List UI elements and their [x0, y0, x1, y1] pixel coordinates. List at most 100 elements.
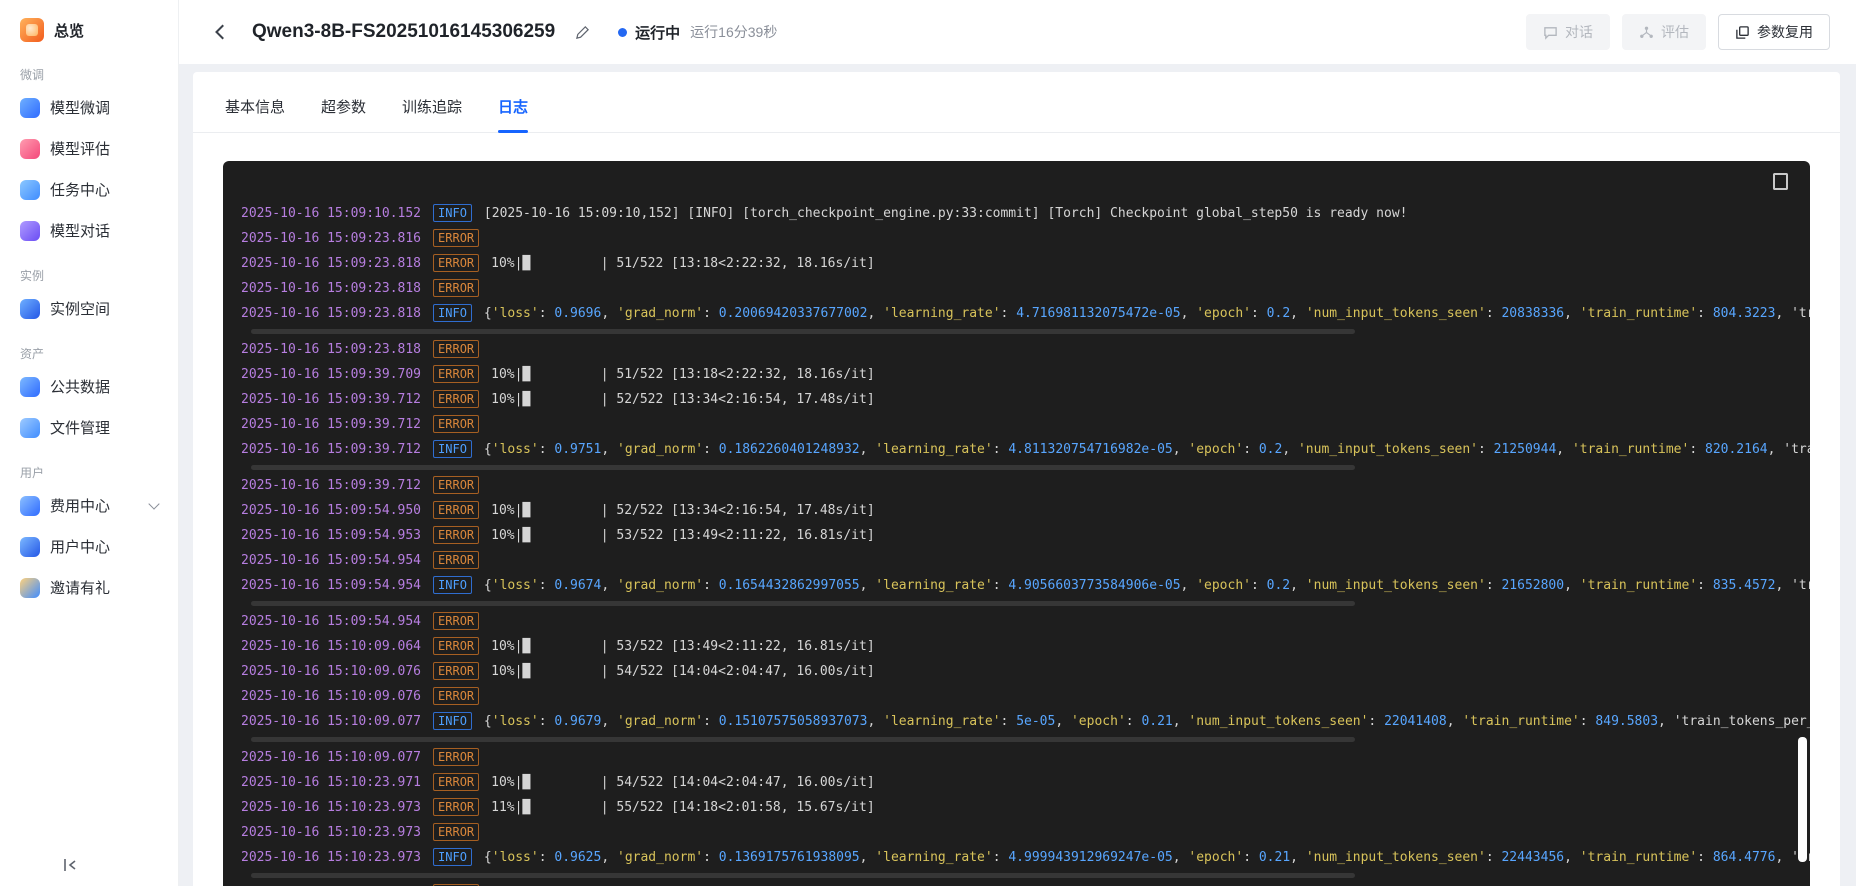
log-level-badge: ERROR: [433, 501, 480, 519]
log-message: 10%|█ | 51/522 [13:18<2:22:32, 18.16s/it…: [491, 256, 875, 271]
model-finetune-icon: [20, 97, 40, 118]
log-level-badge: ERROR: [433, 279, 480, 297]
log-horizontal-scrollbar: [251, 329, 1355, 334]
sidebar-item-instance-space[interactable]: 实例空间: [0, 288, 178, 329]
model-chat-icon: [20, 220, 40, 241]
log-line: 2025-10-16 15:10:09.076 ERROR: [233, 684, 1810, 709]
log-timestamp: 2025-10-16 15:09:23.818: [241, 342, 422, 357]
log-line: 2025-10-16 15:09:23.818 ERROR: [233, 276, 1810, 301]
log-level-badge: INFO: [433, 848, 472, 866]
public-data-icon: [20, 376, 40, 397]
log-level-badge: ERROR: [433, 612, 480, 630]
tab-hyperparams[interactable]: 超参数: [321, 96, 366, 132]
log-line: 2025-10-16 15:10:23.973 ERROR 11%|█ | 55/5…: [233, 795, 1810, 820]
log-message: {'loss': 0.9674, 'grad_norm': 0.16544328…: [483, 578, 1810, 593]
log-timestamp: 2025-10-16 15:10:09.076: [241, 689, 422, 704]
log-level-badge: ERROR: [433, 687, 480, 705]
param-reuse-button[interactable]: 参数复用: [1718, 14, 1830, 50]
tab-basic-info[interactable]: 基本信息: [225, 96, 285, 132]
sidebar-item-model-finetune[interactable]: 模型微调: [0, 87, 178, 128]
sidebar-item-label: 总览: [54, 22, 85, 40]
sidebar-item-file-manage[interactable]: 文件管理: [0, 407, 178, 448]
sidebar-item-label: 任务中心: [50, 182, 111, 199]
log-timestamp: 2025-10-16 15:10:23.973: [241, 825, 422, 840]
log-message: {'loss': 0.9625, 'grad_norm': 0.13691757…: [483, 850, 1810, 865]
detail-card: 基本信息 超参数 训练追踪 日志 2025-10-16 15:09:10.152…: [193, 72, 1840, 886]
log-timestamp: 2025-10-16 15:09:23.818: [241, 256, 422, 271]
log-horizontal-scrollbar: [251, 465, 1355, 470]
copy-logs-icon[interactable]: [1773, 173, 1788, 190]
log-message: 10%|█ | 52/522 [13:34<2:16:54, 17.48s/it…: [491, 503, 875, 518]
log-line: 2025-10-16 15:09:54.953 ERROR 10%|█ | 53/5…: [233, 523, 1810, 548]
log-list: 2025-10-16 15:09:10.152 INFO [2025-10-16 1…: [223, 161, 1810, 886]
log-level-badge: ERROR: [433, 823, 480, 841]
tab-logs[interactable]: 日志: [498, 96, 529, 133]
sidebar-item-public-data[interactable]: 公共数据: [0, 366, 178, 407]
sidebar-item-label: 邀请有礼: [50, 580, 111, 597]
log-line: 2025-10-16 15:10:23.973 INFO {'loss': 0.96…: [233, 845, 1810, 870]
log-line: 2025-10-16 15:09:54.954 INFO {'loss': 0.96…: [233, 573, 1810, 598]
log-line: 2025-10-16 15:09:39.709 ERROR 10%|█ | 51/5…: [233, 362, 1810, 387]
billing-center-icon: [20, 495, 40, 516]
file-manage-icon: [20, 417, 40, 438]
log-message: {'loss': 0.9696, 'grad_norm': 0.20069420…: [483, 306, 1810, 321]
header-actions: 对话 评估 参数复用: [1526, 14, 1830, 50]
log-timestamp: 2025-10-16 15:09:39.709: [241, 367, 422, 382]
sidebar-section-assets: 资产: [20, 347, 45, 361]
log-timestamp: 2025-10-16 15:10:23.973: [241, 850, 422, 865]
chat-button-label: 对话: [1565, 24, 1593, 40]
evaluate-button[interactable]: 评估: [1622, 14, 1706, 50]
sidebar-item-user-center[interactable]: 用户中心: [0, 526, 178, 567]
evaluate-icon: [1640, 26, 1653, 38]
sidebar-item-label: 公共数据: [50, 379, 111, 396]
console-scrollbar-thumb[interactable]: [1798, 737, 1807, 862]
log-timestamp: 2025-10-16 15:09:23.818: [241, 306, 422, 321]
edit-title-icon[interactable]: [573, 23, 592, 42]
sidebar-item-model-eval[interactable]: 模型评估: [0, 128, 178, 169]
sidebar-item-label: 费用中心: [50, 498, 111, 515]
back-button[interactable]: [208, 19, 234, 45]
log-message: 10%|█ | 51/522 [13:18<2:22:32, 18.16s/it…: [491, 367, 875, 382]
log-line: 2025-10-16 15:10:09.077 ERROR: [233, 745, 1810, 770]
log-level-badge: ERROR: [433, 748, 480, 766]
log-line: 2025-10-16 15:09:23.818 INFO {'loss': 0.96…: [233, 301, 1810, 326]
log-message: 11%|█ | 55/522 [14:18<2:01:58, 15.67s/it…: [491, 800, 875, 815]
log-level-badge: ERROR: [433, 254, 480, 272]
chevron-down-icon: [148, 497, 160, 510]
chat-button[interactable]: 对话: [1526, 14, 1610, 50]
sidebar-collapse-icon[interactable]: [62, 858, 78, 872]
log-level-badge: INFO: [433, 712, 472, 730]
instance-space-icon: [20, 298, 40, 319]
sidebar-item-overview[interactable]: 总览: [0, 12, 178, 50]
log-level-badge: INFO: [433, 304, 472, 322]
log-timestamp: 2025-10-16 15:10:09.076: [241, 664, 422, 679]
sidebar-item-label: 实例空间: [50, 301, 111, 318]
log-message: {'loss': 0.9679, 'grad_norm': 0.15107575…: [483, 714, 1810, 729]
sidebar-item-model-chat[interactable]: 模型对话: [0, 210, 178, 251]
sidebar-item-invite[interactable]: 邀请有礼: [0, 567, 178, 608]
log-timestamp: 2025-10-16 15:10:09.064: [241, 639, 422, 654]
log-line: 2025-10-16 15:10:23.973ERROR: [233, 881, 1810, 886]
sidebar-item-label: 用户中心: [50, 539, 111, 556]
log-timestamp: 2025-10-16 15:10:23.973: [241, 800, 422, 815]
sidebar-item-billing-center[interactable]: 费用中心: [0, 485, 178, 526]
sidebar-item-label: 模型对话: [50, 223, 111, 240]
sidebar-section-finetune: 微调: [20, 68, 45, 82]
log-line: 2025-10-16 15:09:54.954 ERROR: [233, 609, 1810, 634]
tab-training-trace[interactable]: 训练追踪: [402, 96, 462, 132]
log-level-badge: ERROR: [433, 365, 480, 383]
log-level-badge: ERROR: [433, 340, 480, 358]
sidebar-item-label: 模型微调: [50, 100, 111, 117]
log-horizontal-scrollbar: [251, 737, 1355, 742]
log-message: [2025-10-16 15:09:10,152] [INFO] [torch_…: [483, 206, 1408, 221]
sidebar-item-task-center[interactable]: 任务中心: [0, 169, 178, 210]
status-duration: 运行16分39秒: [690, 24, 778, 40]
log-console[interactable]: 2025-10-16 15:09:10.152 INFO [2025-10-16 1…: [223, 161, 1810, 886]
status-badge: 运行中 运行16分39秒: [618, 22, 777, 43]
sidebar-item-label: 文件管理: [50, 420, 111, 437]
user-center-icon: [20, 536, 40, 557]
log-message: {'loss': 0.9751, 'grad_norm': 0.18622604…: [483, 442, 1810, 457]
main-area: Qwen3-8B-FS20251016145306259 运行中 运行16分39…: [178, 0, 1856, 886]
log-line: 2025-10-16 15:10:09.064 ERROR 10%|█ | 53/5…: [233, 634, 1810, 659]
log-message: 10%|█ | 54/522 [14:04<2:04:47, 16.00s/it…: [491, 775, 875, 790]
